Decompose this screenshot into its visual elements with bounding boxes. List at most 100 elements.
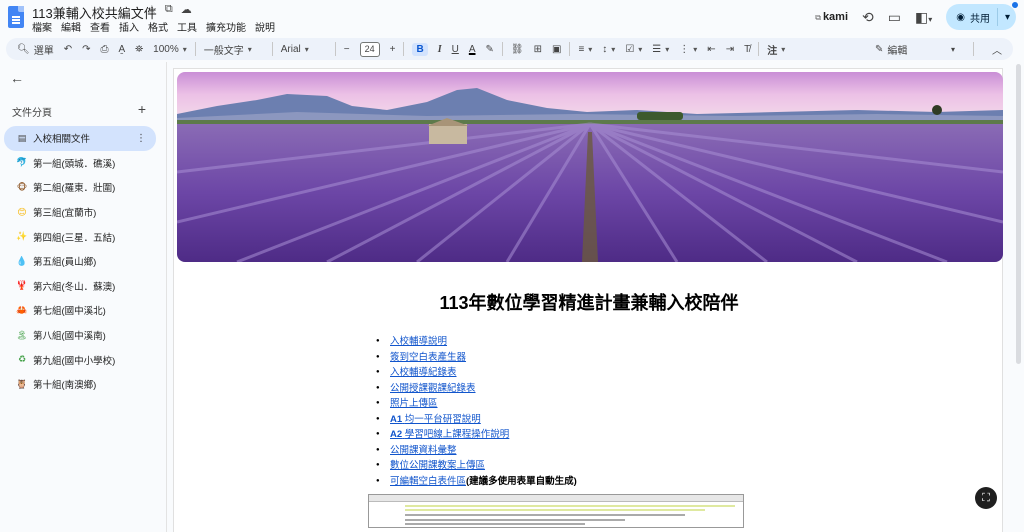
menu-insert[interactable]: 插入: [119, 19, 139, 34]
document-link[interactable]: 可編輯空白表件區: [390, 476, 466, 487]
document-link[interactable]: 照片上傳區: [390, 398, 438, 409]
share-button[interactable]: ◉ 共用 ▾: [946, 2, 1018, 30]
table-preview-header: [369, 495, 743, 502]
checklist-icon[interactable]: ☑: [625, 44, 642, 55]
increase-indent-icon[interactable]: ⇥: [726, 44, 734, 55]
version-history-icon[interactable]: ⟲: [862, 9, 874, 26]
menu-extensions[interactable]: 擴充功能: [206, 19, 246, 34]
link-text: 公開授課觀課紀錄表: [390, 382, 476, 394]
sidebar-tab-label: 第十組(南澳鄉): [33, 380, 97, 392]
menu-bar: 檔案 編輯 查看 插入 格式 工具 擴充功能 說明: [32, 19, 275, 34]
document-link[interactable]: 數位公開課教案上傳區: [390, 460, 485, 471]
link-text: 數位公開課教案上傳區: [390, 460, 486, 471]
sidebar-tab-item[interactable]: ♻ 第九組(國中小學校): [4, 347, 156, 372]
more-options-icon[interactable]: ⋮: [136, 133, 146, 144]
add-tab-icon[interactable]: +: [138, 102, 146, 119]
chevron-down-icon[interactable]: ▾: [1005, 12, 1010, 23]
underline-button[interactable]: U: [452, 44, 459, 55]
star-icon[interactable]: ☆: [147, 3, 157, 16]
document-page[interactable]: 113年數位學習精進計畫兼輔入校陪伴 入校輔導說明簽到空白表產生器入校輔導紀錄表…: [173, 68, 1003, 532]
italic-button[interactable]: I: [438, 44, 442, 55]
highlight-icon[interactable]: ✎: [486, 44, 494, 55]
notes-button[interactable]: 注: [767, 42, 785, 57]
meet-camera-icon[interactable]: ◧▾: [915, 9, 932, 26]
sidebar-tab-label: 入校相關文件: [33, 134, 91, 146]
toolbar-divider: [194, 42, 196, 56]
menu-help[interactable]: 說明: [255, 19, 275, 34]
docs-logo-icon[interactable]: [8, 6, 24, 28]
sidebar-tab-label: 第六組(冬山．蘇澳): [33, 281, 116, 293]
sidebar-tab-item[interactable]: 🏝 第八組(國中溪南): [4, 323, 156, 348]
sidebar-tab-item[interactable]: 🐵 第二組(羅東．壯圍): [4, 175, 156, 200]
table-preview-row: [405, 519, 625, 521]
style-select[interactable]: 一般文字: [204, 42, 264, 57]
sidebar-tab-item[interactable]: 🦉 第十組(南澳鄉): [4, 372, 156, 397]
increase-font-icon[interactable]: +: [390, 44, 396, 55]
editing-mode-label: 編輯: [887, 45, 908, 57]
decrease-indent-icon[interactable]: ⇤: [707, 44, 715, 55]
sidebar-tab-item[interactable]: 😊 第三組(宜蘭市): [4, 200, 156, 225]
print-icon[interactable]: ⎙: [100, 44, 108, 55]
scrollbar-thumb[interactable]: [1016, 64, 1021, 364]
insert-image-icon[interactable]: ▣: [552, 44, 561, 55]
cloud-status-icon[interactable]: ☁: [181, 3, 192, 16]
sidebar-tab-item[interactable]: ▤ 入校相關文件 ⋮: [4, 126, 156, 151]
add-comment-icon[interactable]: ⊞: [534, 44, 542, 55]
undo-icon[interactable]: ↶: [64, 44, 72, 55]
paint-format-icon[interactable]: ⛯: [135, 44, 143, 55]
list-item: 入校輔導紀錄表: [376, 365, 577, 381]
document-link[interactable]: 公開課資料彙整: [390, 445, 457, 456]
numbered-list-icon[interactable]: ⋮: [679, 44, 697, 55]
spellcheck-icon[interactable]: A̱: [118, 44, 125, 55]
text-color-button[interactable]: A: [469, 44, 476, 55]
document-link[interactable]: 公開授課觀課紀錄表: [390, 383, 476, 394]
title-icons: ☆ ⧉ ☁: [147, 3, 192, 16]
bullet-list-icon[interactable]: ☰: [652, 44, 669, 55]
sidebar-tab-item[interactable]: 🦞 第六組(冬山．蘇澳): [4, 274, 156, 299]
document-link[interactable]: A2 學習吧線上課程操作說明: [390, 429, 509, 440]
bold-button[interactable]: B: [412, 42, 428, 56]
explore-fab-icon[interactable]: ⛶: [975, 487, 997, 509]
toolbar-divider: [758, 42, 760, 56]
link-text: 入校輔導紀錄表: [390, 367, 457, 378]
redo-icon[interactable]: ↷: [82, 44, 90, 55]
document-link[interactable]: 簽到空白表產生器: [390, 352, 466, 363]
editing-mode-select[interactable]: ✎ 編輯 ▾: [875, 42, 955, 57]
document-link[interactable]: 入校輔導說明: [390, 336, 447, 347]
font-size-input[interactable]: 24: [359, 41, 380, 57]
back-arrow-icon[interactable]: ←: [10, 70, 24, 86]
document-link[interactable]: 入校輔導紀錄表: [390, 367, 457, 378]
decrease-font-icon[interactable]: −: [344, 44, 350, 55]
document-tabs-sidebar: ← 文件分頁 + ▤ 入校相關文件 ⋮ 🐬 第一組(頭城．礁溪) 🐵 第二組(羅東．壯圍) 😊…: [0, 62, 166, 532]
font-select[interactable]: Arial: [281, 44, 327, 55]
menu-search[interactable]: 🔍︎ 選單: [17, 42, 54, 57]
vertical-scrollbar[interactable]: [1013, 62, 1024, 532]
menu-format[interactable]: 格式: [148, 19, 168, 34]
monkey-icon: 🐵: [16, 181, 28, 192]
menu-view[interactable]: 查看: [90, 19, 110, 34]
sidebar-tab-item[interactable]: 🦀 第七組(國中溪北): [4, 298, 156, 323]
line-spacing-icon[interactable]: ↕: [602, 44, 615, 55]
menu-edit[interactable]: 編輯: [61, 19, 81, 34]
folder-move-icon[interactable]: ⧉: [165, 3, 173, 16]
menu-tools[interactable]: 工具: [177, 19, 197, 34]
list-item: A1 均一平台研習說明: [376, 412, 577, 428]
sidebar-tab-label: 第四組(三星．五結): [33, 232, 116, 244]
sidebar-tab-item[interactable]: ✨ 第四組(三星．五結): [4, 224, 156, 249]
comments-icon[interactable]: ▭: [888, 9, 901, 26]
align-icon[interactable]: ≡: [578, 44, 592, 55]
link-prefix: A2: [390, 429, 403, 440]
document-link[interactable]: A1 均一平台研習說明: [390, 414, 481, 425]
collapse-toolbar-icon[interactable]: ︿: [992, 42, 1002, 57]
link-icon[interactable]: ⛓: [511, 44, 524, 55]
zoom-select[interactable]: 100%: [153, 44, 187, 55]
sidebar-tab-item[interactable]: 🐬 第一組(頭城．礁溪): [4, 151, 156, 176]
sparkle-icon: ✨: [16, 231, 28, 242]
clear-formatting-icon[interactable]: T̸: [744, 44, 750, 55]
formatting-toolbar: 🔍︎選單 ↶ ↷ ⎙ A̱ ⛯ 100% 一般文字 Arial − 24 + B…: [6, 38, 1013, 60]
sidebar-tab-item[interactable]: 💧 第五組(員山鄉): [4, 249, 156, 274]
document-canvas[interactable]: 113年數位學習精進計畫兼輔入校陪伴 入校輔導說明簽到空白表產生器入校輔導紀錄表…: [167, 62, 1012, 532]
kami-button[interactable]: ⧉ kami: [815, 11, 848, 23]
menu-file[interactable]: 檔案: [32, 19, 52, 34]
list-item: 可編輯空白表件區(建議多使用表單自動生成): [376, 474, 577, 490]
